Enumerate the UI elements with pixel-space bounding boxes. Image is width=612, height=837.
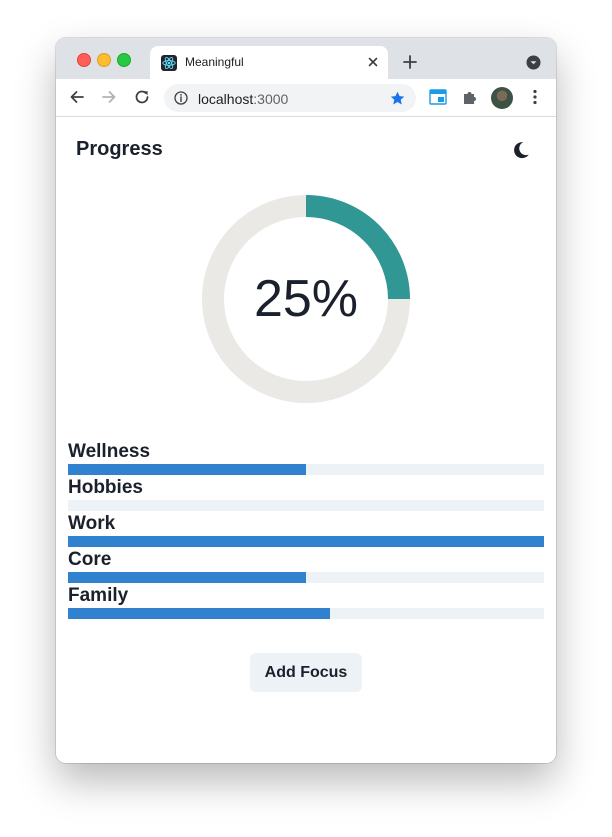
extensions-puzzle-icon[interactable]: [461, 88, 479, 106]
tab-strip: Meaningful: [56, 38, 556, 79]
forward-arrow-icon[interactable]: [100, 88, 118, 106]
focus-name: Wellness: [68, 441, 151, 462]
browser-toolbar: localhost:3000: [56, 79, 556, 117]
url-port: :3000: [253, 91, 289, 107]
focus-name: Core: [68, 549, 112, 570]
progress-bar-fill: [68, 572, 306, 583]
focus-name: Family: [68, 585, 129, 606]
new-tab-icon[interactable]: [402, 54, 418, 70]
profile-avatar[interactable]: [491, 87, 513, 109]
page-content: Progress 25% Wellness Hobbies Work Core Fami…: [56, 117, 556, 763]
focus-list: Wellness Hobbies Work Core Family: [68, 441, 544, 621]
progress-bar-fill: [68, 536, 544, 547]
page-title: Progress: [76, 138, 163, 160]
focus-item: Hobbies: [68, 477, 544, 513]
zoom-window-button[interactable]: [117, 53, 131, 67]
focus-name: Hobbies: [68, 477, 143, 498]
progress-bar-track: [68, 464, 544, 475]
focus-item: Core: [68, 549, 544, 585]
close-window-button[interactable]: [77, 53, 91, 67]
add-focus-button[interactable]: Add Focus: [250, 653, 362, 692]
focus-item: Work: [68, 513, 544, 549]
progress-bar-track: [68, 536, 544, 547]
bookmark-star-icon[interactable]: [389, 90, 406, 107]
more-menu-icon[interactable]: [526, 88, 544, 106]
progress-bar-track: [68, 572, 544, 583]
url-host: localhost: [198, 91, 254, 107]
window-extension-icon[interactable]: [429, 88, 447, 106]
reload-icon[interactable]: [133, 88, 151, 106]
address-bar[interactable]: localhost:3000: [164, 84, 416, 112]
browser-window: Meaningful localhost:3000 Progress 25% W…: [56, 38, 556, 763]
url-text: localhost:3000: [198, 91, 288, 107]
tab-title: Meaningful: [185, 55, 244, 69]
react-icon: [161, 55, 177, 71]
moon-icon[interactable]: [513, 139, 535, 161]
site-info-icon[interactable]: [174, 91, 188, 105]
tab-search-icon[interactable]: [526, 55, 541, 70]
back-arrow-icon[interactable]: [68, 88, 86, 106]
focus-name: Work: [68, 513, 116, 534]
browser-tab[interactable]: Meaningful: [150, 46, 388, 79]
progress-bar-track: [68, 500, 544, 511]
progress-percent-label: 25%: [253, 270, 359, 328]
minimize-window-button[interactable]: [97, 53, 111, 67]
progress-bar-fill: [68, 464, 306, 475]
focus-item: Family: [68, 585, 544, 621]
progress-bar-fill: [68, 608, 330, 619]
close-tab-icon[interactable]: [366, 55, 380, 69]
progress-bar-track: [68, 608, 544, 619]
focus-item: Wellness: [68, 441, 544, 477]
